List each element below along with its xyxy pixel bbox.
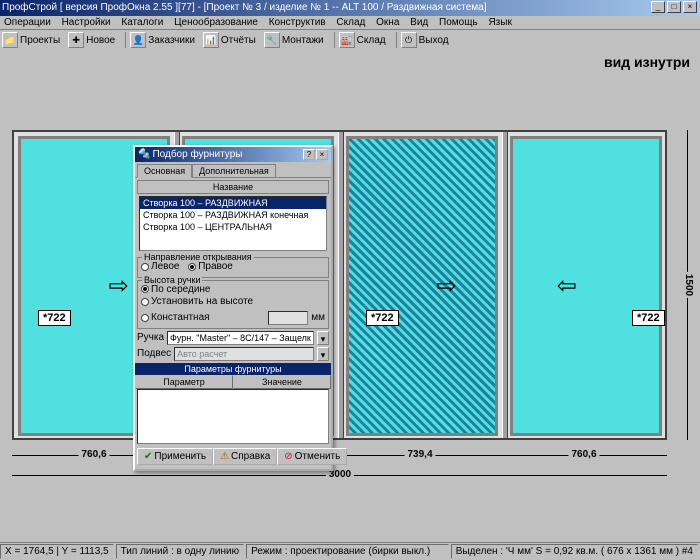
customers-icon[interactable]: 👤 — [130, 32, 146, 48]
status-bar: X = 1764,5 | Y = 1113,5 Тип линий : в од… — [0, 542, 700, 560]
menu-sklad[interactable]: Склад — [336, 17, 365, 28]
menu-view[interactable]: Вид — [410, 17, 428, 28]
projects-label: Проекты — [20, 35, 60, 46]
minimize-button[interactable]: _ — [651, 1, 665, 13]
new-icon[interactable]: ✚ — [68, 32, 84, 48]
warehouse-label: Склад — [357, 35, 386, 46]
mm-label: мм — [311, 312, 325, 323]
install-icon[interactable]: 🔧 — [264, 32, 280, 48]
group-title: Высота ручки — [142, 275, 202, 285]
menu-settings[interactable]: Настройки — [62, 17, 111, 28]
dropdown-icon[interactable]: ▾ — [317, 347, 329, 361]
customers-label: Заказчики — [148, 35, 195, 46]
menu-construct[interactable]: Конструктив — [269, 17, 326, 28]
dim-value: 760,6 — [78, 449, 109, 460]
dim-balloon: *722 — [366, 310, 399, 326]
app-title: ПрофСтрой [ версия ПрофОкна 2.55 ][77] -… — [2, 0, 486, 16]
handle-select[interactable] — [167, 331, 314, 345]
radio-mid[interactable]: По середине — [141, 284, 211, 295]
projects-icon[interactable]: 📁 — [2, 32, 18, 48]
hanger-select[interactable] — [174, 347, 314, 361]
install-label: Монтажи — [282, 35, 324, 46]
menubar: Операции Настройки Каталоги Ценообразова… — [0, 16, 700, 30]
status-xy: X = 1764,5 | Y = 1113,5 — [0, 544, 114, 559]
list-item[interactable]: Створка 100 – РАЗДВИЖНАЯ — [140, 197, 326, 209]
reports-icon[interactable]: 📊 — [203, 32, 219, 48]
dim-value: 760,6 — [568, 449, 599, 460]
menu-windows[interactable]: Окна — [376, 17, 399, 28]
window-frame: ⇨ ⇨ ⇦ — [12, 130, 667, 440]
cancel-button[interactable]: ⊘Отменить — [277, 448, 347, 465]
dialog-close-button[interactable]: × — [316, 149, 328, 160]
sash-4[interactable]: ⇦ — [510, 136, 662, 436]
hardware-dialog: 🔩Подбор фурнитуры ? × Основная Дополните… — [133, 145, 333, 471]
arrow-right-icon: ⇨ — [109, 272, 129, 301]
hanger-label: Подвес — [137, 348, 171, 359]
radio-setheight[interactable]: Установить на высоте — [141, 296, 253, 307]
sash-3-selected[interactable]: ⇨ — [346, 136, 498, 436]
tab-main[interactable]: Основная — [137, 164, 192, 178]
view-label: вид изнутри — [604, 54, 690, 70]
warehouse-icon[interactable]: 🏭 — [339, 32, 355, 48]
dim-total: 3000 — [326, 469, 354, 480]
dialog-titlebar[interactable]: 🔩Подбор фурнитуры ? × — [135, 147, 331, 162]
group-title: Направление открывания — [142, 252, 254, 262]
tab-additional[interactable]: Дополнительная — [192, 164, 276, 177]
dim-value: 739,4 — [404, 449, 435, 460]
frame-divider — [338, 132, 344, 438]
frame-divider — [502, 132, 508, 438]
menu-pricing[interactable]: Ценообразование — [174, 17, 258, 28]
status-selection: Выделен : 'Ч мм' S = 0,92 кв.м. ( 676 x … — [451, 544, 698, 559]
handle-label: Ручка — [137, 332, 164, 343]
menu-help[interactable]: Помощь — [439, 17, 478, 28]
dim-height: 1500 — [683, 272, 694, 298]
radio-left[interactable]: Левое — [141, 261, 179, 272]
dialog-help-button[interactable]: ? — [303, 149, 315, 160]
list-item[interactable]: Створка 100 – ЦЕНТРАЛЬНАЯ — [140, 221, 326, 233]
warning-icon: ⚠ — [220, 451, 229, 462]
cancel-icon: ⊘ — [284, 451, 292, 462]
exit-icon[interactable]: ⏻ — [401, 32, 417, 48]
height-input — [268, 311, 308, 325]
exit-label: Выход — [419, 35, 449, 46]
dialog-title: Подбор фурнитуры — [152, 147, 242, 162]
reports-label: Отчёты — [221, 35, 256, 46]
arrow-left-icon: ⇦ — [557, 272, 577, 301]
status-linetype: Тип линий : в одну линию — [116, 544, 245, 559]
menu-ops[interactable]: Операции — [4, 17, 51, 28]
help-button[interactable]: ⚠Справка — [213, 448, 277, 465]
param-columns: Параметр Значение — [135, 375, 331, 389]
col-param[interactable]: Параметр — [135, 375, 233, 389]
close-button[interactable]: × — [683, 1, 697, 13]
sash-list[interactable]: Створка 100 – РАЗДВИЖНАЯ Створка 100 – Р… — [139, 196, 327, 251]
dim-balloon: *722 — [632, 310, 665, 326]
col-value[interactable]: Значение — [233, 375, 331, 389]
app-titlebar: ПрофСтрой [ версия ПрофОкна 2.55 ][77] -… — [0, 0, 700, 16]
param-header: Параметры фурнитуры — [135, 363, 331, 375]
handle-group: Высота ручки По середине Установить на в… — [137, 280, 329, 329]
check-icon: ✔ — [144, 451, 152, 462]
apply-button[interactable]: ✔Применить — [137, 448, 213, 465]
param-list[interactable] — [137, 389, 329, 444]
arrow-right-icon: ⇨ — [437, 272, 457, 301]
toolbar-1: 📁Проекты ✚Новое 👤Заказчики 📊Отчёты 🔧Монт… — [0, 30, 700, 51]
menu-catalogs[interactable]: Каталоги — [121, 17, 163, 28]
dropdown-icon[interactable]: ▾ — [317, 331, 329, 345]
dialog-icon: 🔩 — [138, 147, 150, 162]
maximize-button[interactable]: □ — [667, 1, 681, 13]
list-item[interactable]: Створка 100 – РАЗДВИЖНАЯ конечная — [140, 209, 326, 221]
radio-right[interactable]: Правое — [188, 261, 233, 272]
dim-balloon: *722 — [38, 310, 71, 326]
radio-const[interactable]: Константная — [141, 312, 210, 323]
drawing-canvas[interactable]: вид изнутри ⇨ ⇨ ⇦ *722 *722 *722 760,6 7… — [0, 50, 700, 542]
list-header[interactable]: Название — [137, 180, 329, 194]
new-label: Новое — [86, 35, 115, 46]
status-mode: Режим : проектирование (бирки выкл.) — [246, 544, 449, 559]
menu-lang[interactable]: Язык — [488, 17, 511, 28]
